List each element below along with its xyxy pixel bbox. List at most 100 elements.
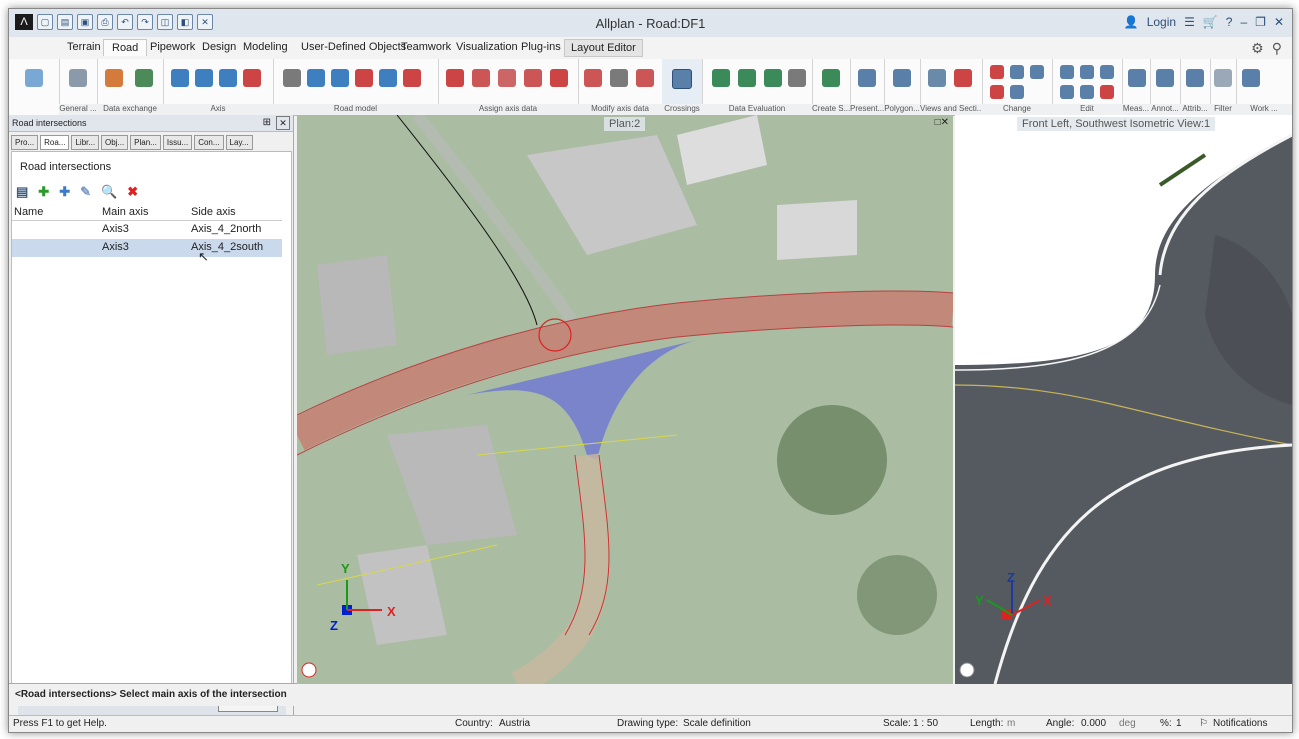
evaluation-icon[interactable] [788, 69, 806, 87]
road-delete-icon[interactable] [403, 69, 421, 87]
import-icon[interactable] [105, 69, 123, 87]
table-row[interactable]: Axis3 Axis_4_2south ↖ [12, 239, 282, 264]
column-name[interactable]: Name [14, 206, 43, 218]
change-icon[interactable] [990, 65, 1004, 79]
panel-tab-library[interactable]: Libr... [71, 135, 100, 150]
axis-modify-icon[interactable] [219, 69, 237, 87]
menu-icon[interactable]: ☰ [1184, 15, 1195, 29]
change-icon[interactable] [990, 85, 1004, 99]
status-percent[interactable]: 1 [1176, 718, 1182, 729]
work-icon[interactable] [1242, 69, 1260, 87]
login-link[interactable]: Login [1147, 15, 1176, 29]
tab-terrain[interactable]: Terrain [67, 41, 101, 53]
assign-data-icon[interactable] [472, 69, 490, 87]
edit-icon[interactable] [1060, 85, 1074, 99]
change-icon[interactable] [1010, 65, 1024, 79]
status-angle[interactable]: 0.000 [1081, 718, 1106, 729]
notifications-icon[interactable]: ⚐ [1199, 718, 1208, 729]
create-section-icon[interactable] [822, 69, 840, 87]
measure-icon[interactable] [1128, 69, 1146, 87]
help-icon[interactable]: ? [1226, 15, 1233, 29]
tab-road[interactable]: Road [103, 39, 148, 56]
edit-icon[interactable] [1080, 65, 1094, 79]
presentation-icon[interactable] [858, 69, 876, 87]
gear-icon[interactable] [69, 69, 87, 87]
edit-icon[interactable] [1080, 85, 1094, 99]
evaluation-icon[interactable] [738, 69, 756, 87]
panel-close-icon[interactable]: ✕ [276, 116, 290, 130]
change-icon[interactable] [1030, 65, 1044, 79]
column-main-axis[interactable]: Main axis [102, 206, 148, 218]
panel-tab-issues[interactable]: Issu... [162, 135, 193, 150]
export-icon[interactable] [135, 69, 153, 87]
viewport-close-icon[interactable]: □✕ [935, 117, 949, 128]
modify-data-icon[interactable] [610, 69, 628, 87]
section-icon[interactable] [954, 69, 972, 87]
ribbon-tabs: Terrain Road Pipework Design Modeling Us… [9, 37, 1292, 60]
tab-design[interactable]: Design [202, 41, 236, 53]
assign-data-icon[interactable] [524, 69, 542, 87]
column-side-axis[interactable]: Side axis [191, 206, 236, 218]
ribbon-group-label: Work ... [1236, 104, 1292, 115]
status-length[interactable]: m [1007, 718, 1015, 729]
road-lines-icon[interactable] [355, 69, 373, 87]
axis-icon[interactable] [171, 69, 189, 87]
assign-data-icon[interactable] [446, 69, 464, 87]
assign-data-icon[interactable] [498, 69, 516, 87]
polygon-icon[interactable] [893, 69, 911, 87]
axis-edit-icon[interactable] [195, 69, 213, 87]
edit-icon[interactable]: ✎ [80, 184, 91, 200]
cart-icon[interactable]: 🛒 [1203, 15, 1218, 29]
filter-icon[interactable] [1214, 69, 1232, 87]
status-drawing-type[interactable]: Scale definition [683, 718, 751, 729]
tab-modeling[interactable]: Modeling [243, 41, 288, 53]
status-notifications[interactable]: Notifications [1213, 718, 1267, 729]
tab-teamwork[interactable]: Teamwork [401, 41, 451, 53]
project-icon[interactable] [25, 69, 43, 87]
tab-layout-editor[interactable]: Layout Editor [564, 39, 643, 57]
panel-tab-connections[interactable]: Con... [194, 135, 224, 150]
evaluation-icon[interactable] [764, 69, 782, 87]
road-pen-icon[interactable] [307, 69, 325, 87]
close-icon[interactable]: ✕ [1274, 15, 1284, 29]
zoom-icon[interactable]: 🔍 [101, 184, 117, 200]
plan-viewport[interactable]: Plan:2 Y X Z □✕ [297, 115, 953, 684]
search-icon[interactable]: ⚲ [1272, 40, 1282, 57]
tab-pipework[interactable]: Pipework [150, 41, 195, 53]
edit-icon[interactable] [1100, 65, 1114, 79]
assign-data-icon[interactable] [550, 69, 568, 87]
minimize-icon[interactable]: – [1240, 15, 1247, 29]
restore-icon[interactable]: ❐ [1255, 15, 1266, 29]
view-house-icon[interactable] [928, 69, 946, 87]
panel-tab-project[interactable]: Pro... [11, 135, 39, 150]
pin-icon[interactable]: ⊞ [263, 115, 271, 131]
status-scale[interactable]: 1 : 50 [913, 718, 938, 729]
modify-data-icon[interactable] [584, 69, 602, 87]
annotation-icon[interactable] [1156, 69, 1174, 87]
change-icon[interactable] [1010, 85, 1024, 99]
road-edit-icon[interactable] [379, 69, 397, 87]
delete-icon[interactable] [1100, 85, 1114, 99]
isometric-viewport[interactable]: Front Left, Southwest Isometric View:1 Z… [955, 115, 1292, 684]
modify-data-icon[interactable] [636, 69, 654, 87]
delete-icon[interactable]: ✖ [127, 184, 138, 200]
attribute-icon[interactable] [1186, 69, 1204, 87]
tab-visualization[interactable]: Visualization [456, 41, 518, 53]
road-curve-icon[interactable] [331, 69, 349, 87]
tab-user-defined-objects[interactable]: User-Defined Objects [301, 41, 406, 53]
panel-tab-objects[interactable]: Obj... [101, 135, 129, 150]
add-plus-icon[interactable]: ✚ [59, 184, 70, 200]
panel-tab-plans[interactable]: Plan... [130, 135, 161, 150]
copy-icon[interactable] [1060, 65, 1074, 79]
list-icon[interactable]: ▤ [16, 184, 28, 200]
settings-icon[interactable]: ⚙ [1251, 40, 1264, 57]
tab-plug-ins[interactable]: Plug-ins [521, 41, 561, 53]
axis-delete-icon[interactable] [243, 69, 261, 87]
add-icon[interactable]: ✚ [38, 184, 49, 200]
crossing-icon[interactable] [672, 69, 692, 89]
road-model-icon[interactable] [283, 69, 301, 87]
panel-tab-layers[interactable]: Lay... [225, 135, 253, 150]
table-row[interactable]: Axis3 Axis_4_2north [12, 221, 282, 239]
panel-tab-road[interactable]: Roa... [40, 135, 70, 150]
evaluation-icon[interactable] [712, 69, 730, 87]
